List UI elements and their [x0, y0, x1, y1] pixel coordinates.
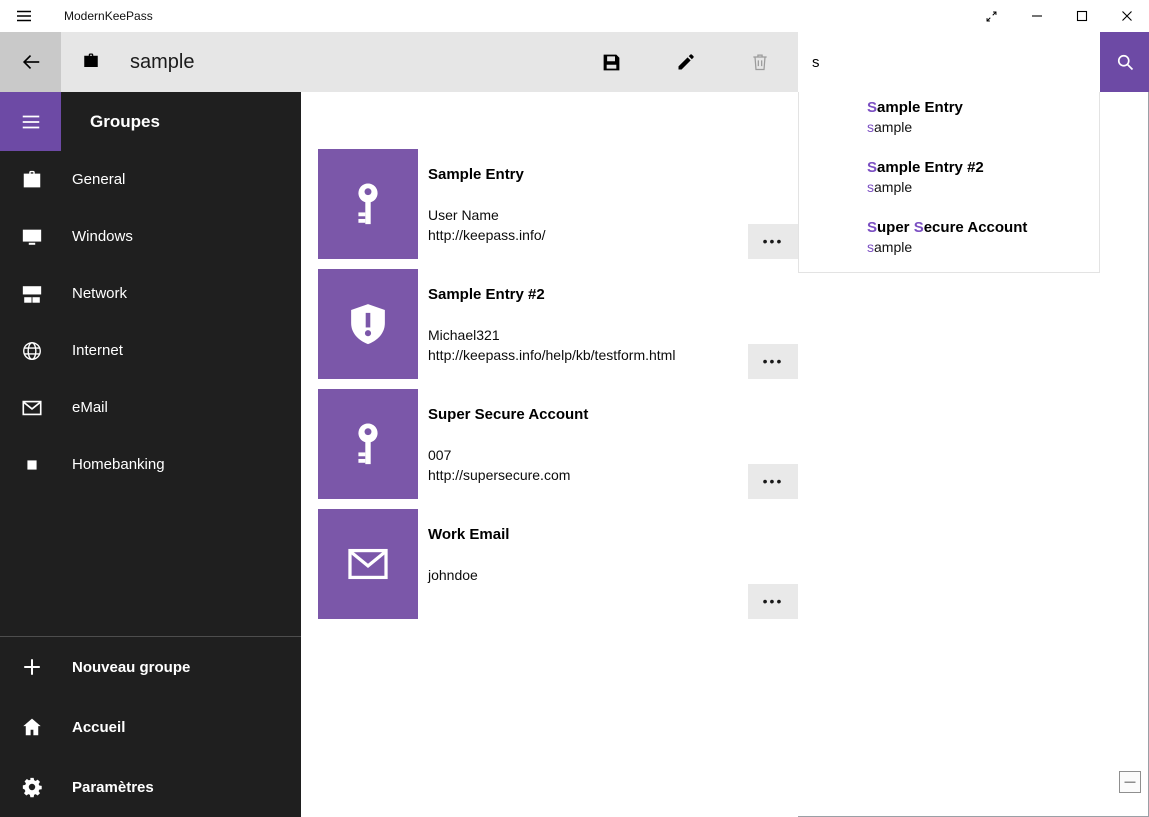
- suggestion-title: Super Secure Account: [867, 218, 1089, 237]
- expand-icon[interactable]: [969, 0, 1014, 32]
- sidebar-item-label: Paramètres: [72, 779, 154, 796]
- sidebar-item-label: Accueil: [72, 719, 125, 736]
- globe-icon: [20, 339, 44, 363]
- sidebar-item-internet[interactable]: Internet: [0, 322, 301, 379]
- pencil-icon: [676, 52, 696, 72]
- back-button[interactable]: [0, 32, 61, 92]
- square-icon: [20, 453, 44, 477]
- briefcase-icon: [20, 168, 44, 192]
- desktop-icon: [20, 225, 44, 249]
- shield-exclamation-icon: [345, 301, 391, 347]
- sidebar-item-general[interactable]: General: [0, 151, 301, 208]
- entry-title: Sample Entry #2: [428, 285, 675, 305]
- entry-row[interactable]: Work Email johndoe •••: [318, 509, 798, 619]
- hamburger-icon[interactable]: [0, 0, 48, 32]
- titlebar: ModernKeePass: [0, 0, 1149, 32]
- search-suggestion-item[interactable]: Sample Entry #2 sample: [799, 152, 1099, 212]
- entry-tile[interactable]: [318, 269, 418, 379]
- groups-heading: Groupes: [90, 112, 160, 132]
- entry-username: johndoe: [428, 565, 509, 585]
- entry-title: Super Secure Account: [428, 405, 588, 425]
- zoom-out-button[interactable]: —: [1119, 771, 1141, 793]
- entry-url: http://supersecure.com: [428, 465, 588, 485]
- search-button[interactable]: [1100, 32, 1149, 92]
- back-arrow-icon: [20, 51, 42, 73]
- sidebar-item-homebanking[interactable]: Homebanking: [0, 436, 301, 493]
- entry-list: Sample Entry User Name http://keepass.in…: [301, 92, 798, 817]
- more-button[interactable]: •••: [748, 224, 798, 259]
- edit-button[interactable]: [662, 32, 710, 92]
- sidebar-item-label: Internet: [72, 342, 123, 359]
- sidebar-item-network[interactable]: Network: [0, 265, 301, 322]
- sidebar-item-home[interactable]: Accueil: [0, 697, 301, 757]
- save-icon: [601, 52, 622, 73]
- window-controls: [969, 0, 1149, 32]
- key-icon: [345, 181, 391, 227]
- key-icon: [345, 421, 391, 467]
- entry-username: User Name: [428, 205, 546, 225]
- save-button[interactable]: [587, 32, 635, 92]
- search-icon: [1115, 52, 1135, 72]
- sidebar-item-label: eMail: [72, 399, 108, 416]
- app-title: ModernKeePass: [64, 9, 153, 23]
- entry-url: http://keepass.info/help/kb/testform.htm…: [428, 345, 675, 365]
- more-button[interactable]: •••: [748, 464, 798, 499]
- home-icon: [20, 715, 44, 739]
- entry-tile[interactable]: [318, 149, 418, 259]
- sidebar-item-settings[interactable]: Paramètres: [0, 757, 301, 817]
- search-suggestion-item[interactable]: Super Secure Account sample: [799, 212, 1099, 272]
- plus-icon: [20, 655, 44, 679]
- entry-username: Michael321: [428, 325, 675, 345]
- sidebar-item-new-group[interactable]: Nouveau groupe: [0, 637, 301, 697]
- entry-tile[interactable]: [318, 389, 418, 499]
- network-icon: [20, 282, 44, 306]
- suggestion-title: Sample Entry: [867, 98, 1089, 117]
- gear-icon: [20, 775, 44, 799]
- more-button[interactable]: •••: [748, 344, 798, 379]
- sidebar-item-windows[interactable]: Windows: [0, 208, 301, 265]
- entry-title: Work Email: [428, 525, 509, 545]
- briefcase-icon: [82, 52, 100, 75]
- suggestion-subtitle: sample: [867, 237, 1089, 257]
- mail-icon: [20, 396, 44, 420]
- search-suggestions: Sample Entry sample Sample Entry #2 samp…: [798, 92, 1100, 273]
- minimize-icon[interactable]: [1014, 0, 1059, 32]
- sidebar: Groupes General Windows Network Internet: [0, 92, 301, 817]
- hamburger-icon[interactable]: [0, 92, 61, 151]
- entry-title: Sample Entry: [428, 165, 546, 185]
- more-button[interactable]: •••: [748, 584, 798, 619]
- sidebar-item-label: Homebanking: [72, 456, 165, 473]
- suggestion-subtitle: sample: [867, 117, 1089, 137]
- sidebar-item-label: Nouveau groupe: [72, 659, 190, 676]
- entry-tile[interactable]: [318, 509, 418, 619]
- suggestion-subtitle: sample: [867, 177, 1089, 197]
- trash-icon: [750, 52, 770, 72]
- app-window: ModernKeePass sample: [0, 0, 1149, 817]
- sidebar-item-email[interactable]: eMail: [0, 379, 301, 436]
- database-name: sample: [130, 32, 194, 92]
- appbar: sample: [0, 32, 1149, 92]
- search-suggestion-item[interactable]: Sample Entry sample: [799, 92, 1099, 152]
- search-input[interactable]: [798, 32, 1100, 92]
- sidebar-item-label: General: [72, 171, 125, 188]
- search-box: [798, 32, 1100, 92]
- delete-button[interactable]: [736, 32, 784, 92]
- sidebar-header: Groupes: [0, 92, 301, 151]
- entry-row[interactable]: Super Secure Account 007 http://supersec…: [318, 389, 798, 499]
- suggestion-title: Sample Entry #2: [867, 158, 1089, 177]
- mail-icon: [345, 541, 391, 587]
- entry-url: http://keepass.info/: [428, 225, 546, 245]
- sidebar-item-label: Network: [72, 285, 127, 302]
- close-icon[interactable]: [1104, 0, 1149, 32]
- sidebar-item-label: Windows: [72, 228, 133, 245]
- entry-row[interactable]: Sample Entry User Name http://keepass.in…: [318, 149, 798, 259]
- entry-row[interactable]: Sample Entry #2 Michael321 http://keepas…: [318, 269, 798, 379]
- entry-username: 007: [428, 445, 588, 465]
- maximize-icon[interactable]: [1059, 0, 1104, 32]
